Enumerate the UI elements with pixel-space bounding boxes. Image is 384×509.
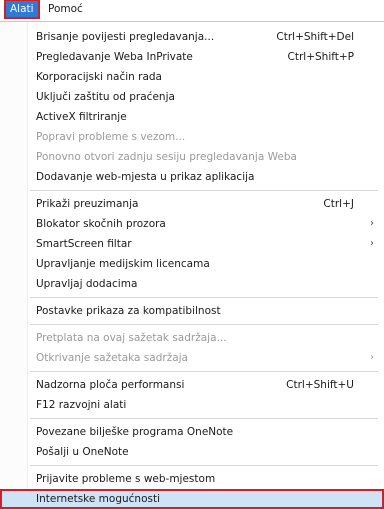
menu-item-popup-blocker[interactable]: Blokator skočnih prozora › xyxy=(0,214,384,234)
menu-item-delete-browsing-history[interactable]: Brisanje povijesti pregledavanja... Ctrl… xyxy=(0,27,384,47)
menubar-item-pomoc[interactable]: Pomoć xyxy=(44,1,87,17)
menu-item-label: F12 razvojni alati xyxy=(36,399,127,411)
menu-item-label: Blokator skočnih prozora xyxy=(36,218,166,230)
menu-separator xyxy=(30,324,378,325)
menu-item-label: Nadzorna ploča performansi xyxy=(36,379,185,391)
menu-item-label: ActiveX filtriranje xyxy=(36,111,127,123)
menu-item-enterprise-mode[interactable]: Korporacijski način rada xyxy=(0,67,384,87)
menu-item-inprivate-browsing[interactable]: Pregledavanje Weba InPrivate Ctrl+Shift+… xyxy=(0,47,384,67)
menu-item-label: Otkrivanje sažetaka sadržaja xyxy=(36,352,188,364)
menu-separator xyxy=(30,371,378,372)
menu-item-manage-media-licenses[interactable]: Upravljanje medijskim licencama xyxy=(0,254,384,274)
menu-separator xyxy=(30,297,378,298)
menu-item-performance-dashboard[interactable]: Nadzorna ploča performansi Ctrl+Shift+U xyxy=(0,375,384,395)
menu-item-shortcut: Ctrl+Shift+P xyxy=(287,51,354,63)
menu-item-label: Brisanje povijesti pregledavanja... xyxy=(36,31,215,43)
menu-item-subscribe-to-feed: Pretplata na ovaj sažetak sadržaja... xyxy=(0,328,384,348)
menu-item-f12-developer-tools[interactable]: F12 razvojni alati xyxy=(0,395,384,415)
menu-item-label: Postavke prikaza za kompatibilnost xyxy=(36,305,221,317)
menu-item-smartscreen-filter[interactable]: SmartScreen filtar › xyxy=(0,234,384,254)
menu-item-label: Upravljanje medijskim licencama xyxy=(36,258,210,270)
menu-item-label: SmartScreen filtar xyxy=(36,238,132,250)
menu-item-feed-discovery: Otkrivanje sažetaka sadržaja › xyxy=(0,348,384,368)
chevron-right-icon: › xyxy=(370,238,374,249)
menu-item-view-downloads[interactable]: Prikaži preuzimanja Ctrl+J xyxy=(0,194,384,214)
menu-item-shortcut: Ctrl+Shift+Del xyxy=(276,31,354,43)
menu-item-label: Pretplata na ovaj sažetak sadržaja... xyxy=(36,332,227,344)
menu-item-activex-filtering[interactable]: ActiveX filtriranje xyxy=(0,107,384,127)
menu-item-fix-connection-problems: Popravi probleme s vezom... xyxy=(0,127,384,147)
menu-item-shortcut: Ctrl+Shift+U xyxy=(286,379,354,391)
menu-item-tracking-protection[interactable]: Uključi zaštitu od praćenja xyxy=(0,87,384,107)
menu-item-label: Povezane bilješke programa OneNote xyxy=(36,426,234,438)
menu-item-label: Pošalji u OneNote xyxy=(36,446,129,458)
menu-item-internet-options[interactable]: Internetske mogućnosti xyxy=(0,489,384,509)
menu-item-report-website-problems[interactable]: Prijavite probleme s web-mjestom xyxy=(0,469,384,489)
menu-item-send-to-onenote[interactable]: Pošalji u OneNote xyxy=(0,442,384,462)
menu-item-label: Uključi zaštitu od praćenja xyxy=(36,91,175,103)
menu-item-label: Dodavanje web-mjesta u prikaz aplikacija xyxy=(36,171,255,183)
menu-item-compatibility-view-settings[interactable]: Postavke prikaza za kompatibilnost xyxy=(0,301,384,321)
menu-item-label: Upravljaj dodacima xyxy=(36,278,138,290)
menu-separator xyxy=(30,418,378,419)
menu-item-label: Prikaži preuzimanja xyxy=(36,198,139,210)
menu-item-reopen-last-session: Ponovno otvori zadnju sesiju pregledavan… xyxy=(0,147,384,167)
menu-item-label: Korporacijski način rada xyxy=(36,71,162,83)
tools-dropdown-menu: Brisanje povijesti pregledavanja... Ctrl… xyxy=(0,21,384,509)
menu-item-label: Popravi probleme s vezom... xyxy=(36,131,186,143)
menu-separator xyxy=(30,465,378,466)
menu-item-label: Ponovno otvori zadnju sesiju pregledavan… xyxy=(36,151,297,163)
menu-item-label: Internetske mogućnosti xyxy=(36,493,160,505)
menu-item-label: Pregledavanje Weba InPrivate xyxy=(36,51,193,63)
menu-bar: Alati Pomoć xyxy=(0,0,384,19)
menu-item-onenote-linked-notes[interactable]: Povezane bilješke programa OneNote xyxy=(0,422,384,442)
menu-item-manage-add-ons[interactable]: Upravljaj dodacima xyxy=(0,274,384,294)
menu-item-add-site-to-apps[interactable]: Dodavanje web-mjesta u prikaz aplikacija xyxy=(0,167,384,187)
chevron-right-icon: › xyxy=(370,352,374,363)
menubar-item-alati[interactable]: Alati xyxy=(4,0,40,19)
chevron-right-icon: › xyxy=(370,218,374,229)
menu-item-label: Prijavite probleme s web-mjestom xyxy=(36,473,216,485)
menu-item-shortcut: Ctrl+J xyxy=(323,198,354,210)
menu-separator xyxy=(30,190,378,191)
